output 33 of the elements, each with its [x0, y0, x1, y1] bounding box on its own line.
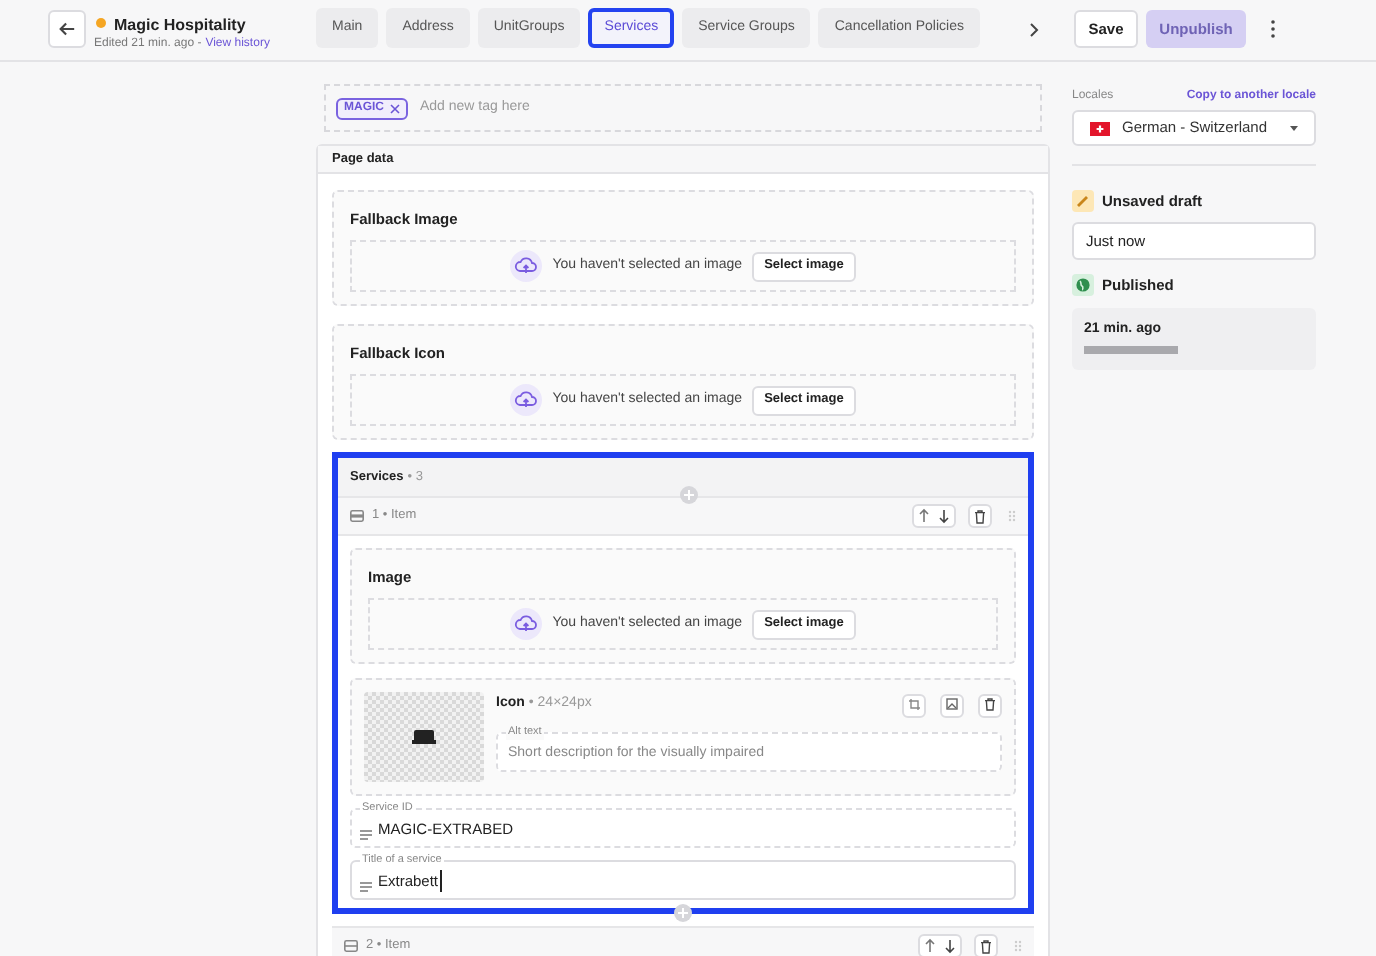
- flag-icon: [1090, 121, 1110, 135]
- item-icon: [350, 510, 364, 522]
- text-lines-icon: [360, 882, 372, 892]
- close-icon[interactable]: [390, 103, 400, 113]
- pencil-icon: [1072, 190, 1094, 213]
- cloud-upload-icon: [510, 608, 543, 640]
- replace-button[interactable]: [940, 693, 964, 717]
- back-arrow-icon: [58, 20, 76, 38]
- delete-item-button[interactable]: [974, 934, 998, 956]
- move-down-icon[interactable]: [940, 936, 960, 956]
- kebab-icon: [1270, 19, 1276, 37]
- move-up-icon[interactable]: [920, 936, 940, 956]
- trash-icon: [984, 698, 996, 712]
- icon-preview[interactable]: [364, 692, 484, 782]
- trash-icon: [974, 509, 986, 523]
- more-button[interactable]: [1266, 16, 1280, 40]
- item-icon: [344, 940, 358, 952]
- dropdown-caret-icon: [1290, 125, 1298, 131]
- crop-icon: [908, 698, 920, 712]
- text-lines-icon: [360, 830, 372, 840]
- back-button[interactable]: [48, 10, 86, 48]
- cloud-upload-icon: [510, 250, 543, 282]
- move-down-icon[interactable]: [934, 506, 954, 526]
- trash-icon: [980, 939, 992, 953]
- cloud-upload-icon: [510, 384, 543, 416]
- globe-icon: [1072, 274, 1094, 297]
- replace-image-icon: [946, 698, 958, 712]
- chevron-right-icon: [1028, 22, 1040, 38]
- delete-item-button[interactable]: [968, 504, 992, 528]
- page-title: Magic Hospitality: [114, 14, 246, 37]
- redacted-author: [1084, 346, 1178, 354]
- move-up-icon[interactable]: [914, 506, 934, 526]
- delete-icon-button[interactable]: [978, 693, 1002, 717]
